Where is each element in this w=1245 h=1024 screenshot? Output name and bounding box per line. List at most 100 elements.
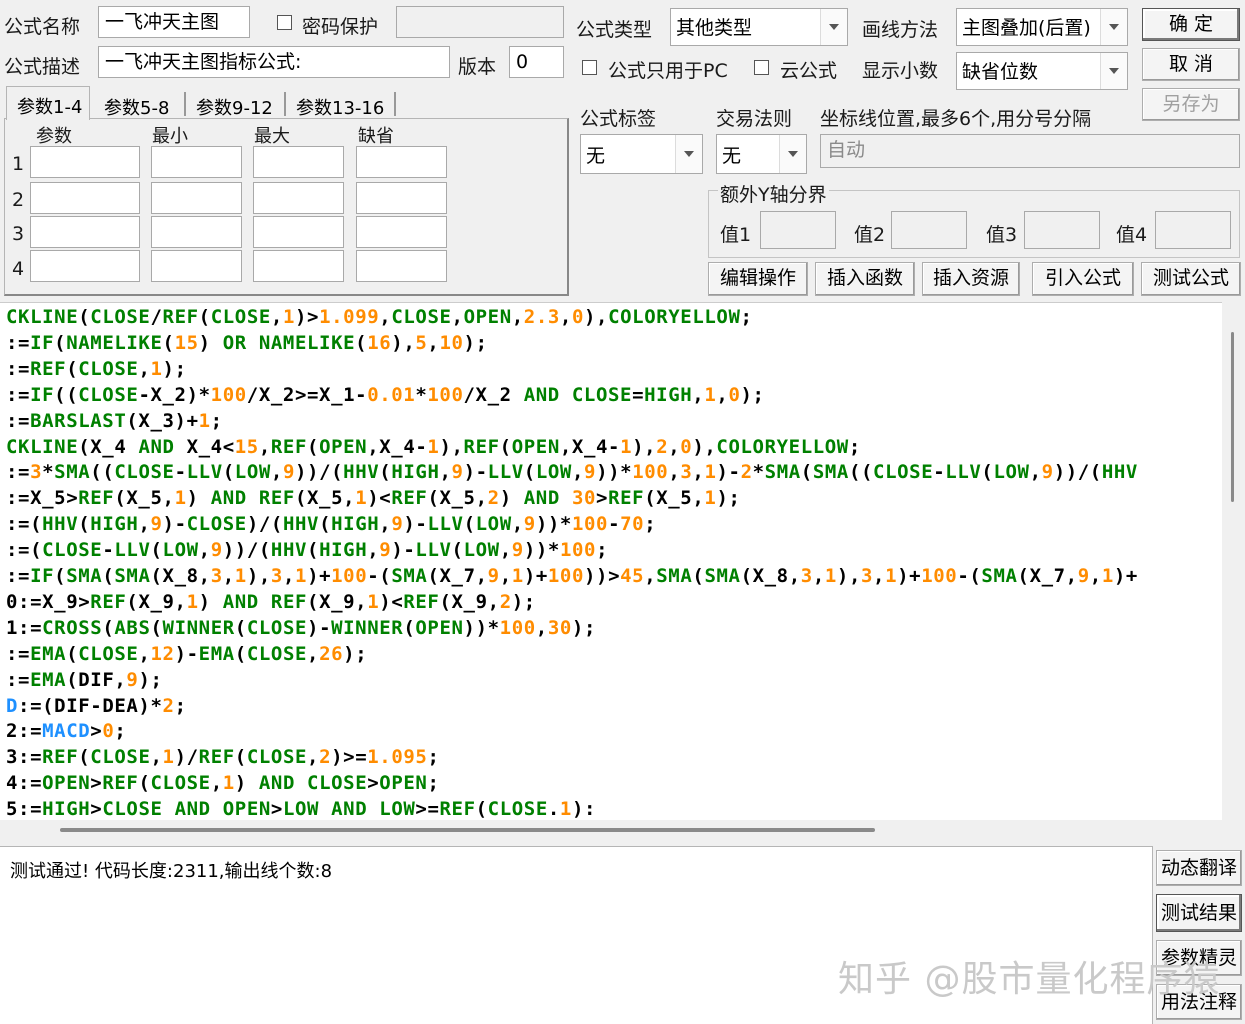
code-token: OPEN	[463, 306, 512, 328]
param2-min-input[interactable]	[151, 182, 242, 214]
param3-max-input[interactable]	[253, 216, 344, 248]
formula-type-select[interactable]: 其他类型	[670, 8, 848, 46]
param4-name-input[interactable]	[30, 250, 140, 282]
edit-operation-button[interactable]: 编辑操作	[708, 262, 808, 296]
code-token: ,	[873, 565, 886, 587]
code-token: ,	[270, 461, 283, 484]
test-result-button[interactable]: 测试结果	[1156, 894, 1242, 932]
trade-rule-select[interactable]: 无	[716, 134, 807, 174]
code-token: REF	[90, 590, 127, 613]
tab-params-13-16[interactable]: 参数13-16	[288, 90, 392, 119]
code-token: LOW	[463, 539, 500, 562]
coord-line-input[interactable]: 自动	[820, 134, 1240, 168]
formula-desc-input[interactable]: 一飞冲天主图指标公式:	[98, 46, 450, 78]
code-token: OPEN	[511, 435, 560, 458]
code-token: ,	[499, 539, 512, 562]
code-line: :=EMA(DIF,9);	[6, 669, 163, 691]
code-token: 2:=	[6, 720, 43, 743]
param2-max-input[interactable]	[253, 182, 344, 214]
formula-type-value: 其他类型	[676, 17, 753, 39]
version-input[interactable]: 0	[509, 46, 564, 78]
tab-label: 参数13-16	[296, 98, 385, 119]
code-token: (X_9,	[439, 590, 500, 613]
code-line: :=X_5>REF(X_5,1) AND REF(X_5,1)<REF(X_5,…	[6, 487, 741, 509]
cloud-checkbox[interactable]	[754, 60, 769, 75]
param2-name-input[interactable]	[30, 182, 140, 214]
code-token: CLOSE	[571, 383, 633, 406]
param1-min-input[interactable]	[151, 146, 242, 178]
ok-button[interactable]: 确 定	[1142, 8, 1240, 41]
code-token: ,	[210, 772, 223, 795]
code-token: 2	[740, 461, 753, 484]
param1-default-input[interactable]	[356, 146, 447, 178]
password-input[interactable]	[396, 6, 564, 38]
code-token: )-	[174, 642, 199, 665]
param1-name-input[interactable]	[30, 146, 140, 178]
code-token: )	[198, 590, 223, 613]
param3-default-input[interactable]	[356, 216, 447, 248]
value4-label: 值4	[1116, 224, 1148, 246]
formula-desc-label: 公式描述	[4, 56, 81, 78]
vertical-scrollbar[interactable]	[1222, 302, 1245, 820]
code-line: CKLINE(X_4 AND X_4<15,REF(OPEN,X_4-1),RE…	[6, 436, 861, 458]
insert-resource-button[interactable]: 插入资源	[922, 262, 1020, 296]
import-formula-button[interactable]: 引入公式	[1032, 262, 1134, 296]
password-checkbox[interactable]	[277, 15, 292, 30]
code-token: CLOSE	[246, 616, 308, 639]
code-token: /X_2>=X_1-	[246, 383, 368, 406]
formula-tag-select[interactable]: 无	[580, 134, 703, 174]
draw-method-select[interactable]: 主图叠加(后置)	[956, 8, 1128, 46]
code-token: 1	[704, 461, 717, 484]
decimal-select[interactable]: 缺省位数	[956, 52, 1128, 90]
value2-input[interactable]	[891, 211, 967, 249]
save-as-button[interactable]: 另存为	[1142, 88, 1240, 121]
formula-name-input[interactable]: 一飞冲天主图	[98, 6, 250, 38]
code-token: )+	[1113, 565, 1138, 587]
tab-params-5-8[interactable]: 参数5-8	[96, 90, 184, 119]
tab-params-1-4[interactable]: 参数1-4	[6, 86, 90, 120]
cancel-button[interactable]: 取 消	[1142, 48, 1240, 81]
code-token: >	[270, 798, 283, 821]
code-editor[interactable]: CKLINE(CLOSE/REF(CLOSE,1)>1.099,CLOSE,OP…	[0, 302, 1222, 821]
code-token: (	[499, 435, 512, 458]
horizontal-scrollbar[interactable]	[0, 820, 1222, 844]
code-token: 1	[150, 357, 163, 380]
param3-name-input[interactable]	[30, 216, 140, 248]
param4-max-input[interactable]	[253, 250, 344, 282]
param2-default-input[interactable]	[356, 182, 447, 214]
code-token: HIGH	[319, 539, 368, 562]
code-token: (	[379, 461, 392, 484]
pc-only-checkbox[interactable]	[582, 60, 597, 75]
code-token: 1.095	[367, 746, 428, 769]
horizontal-scroll-thumb[interactable]	[60, 828, 875, 832]
code-token: HHV	[282, 513, 320, 536]
value4-input[interactable]	[1155, 211, 1231, 249]
param4-default-input[interactable]	[356, 250, 447, 282]
code-token: SMA	[764, 461, 801, 484]
dynamic-translate-button[interactable]: 动态翻译	[1156, 850, 1242, 886]
vertical-scroll-thumb[interactable]	[1231, 332, 1234, 502]
value1-input[interactable]	[760, 211, 836, 249]
code-token: (	[319, 513, 332, 536]
code-token: REF	[403, 590, 440, 613]
param3-min-input[interactable]	[151, 216, 242, 248]
code-token: ),	[439, 435, 464, 458]
code-token: );	[511, 590, 536, 613]
code-token: 100	[427, 383, 464, 406]
code-line: :=REF(CLOSE,1);	[6, 358, 187, 380]
param4-min-input[interactable]	[151, 250, 242, 282]
code-token: )+	[523, 565, 548, 587]
code-token: (X_9,	[307, 590, 368, 613]
code-token: )	[234, 772, 259, 795]
param1-max-input[interactable]	[253, 146, 344, 178]
code-token: HIGH	[391, 461, 440, 484]
insert-function-button[interactable]: 插入函数	[815, 262, 915, 296]
test-formula-button[interactable]: 测试公式	[1141, 262, 1241, 296]
value3-input[interactable]	[1024, 211, 1100, 249]
code-token: 100	[210, 383, 247, 406]
code-token: *	[415, 383, 428, 406]
code-token: 3	[210, 565, 223, 587]
trade-rule-label: 交易法则	[716, 108, 793, 130]
tab-params-9-12[interactable]: 参数9-12	[188, 90, 282, 119]
